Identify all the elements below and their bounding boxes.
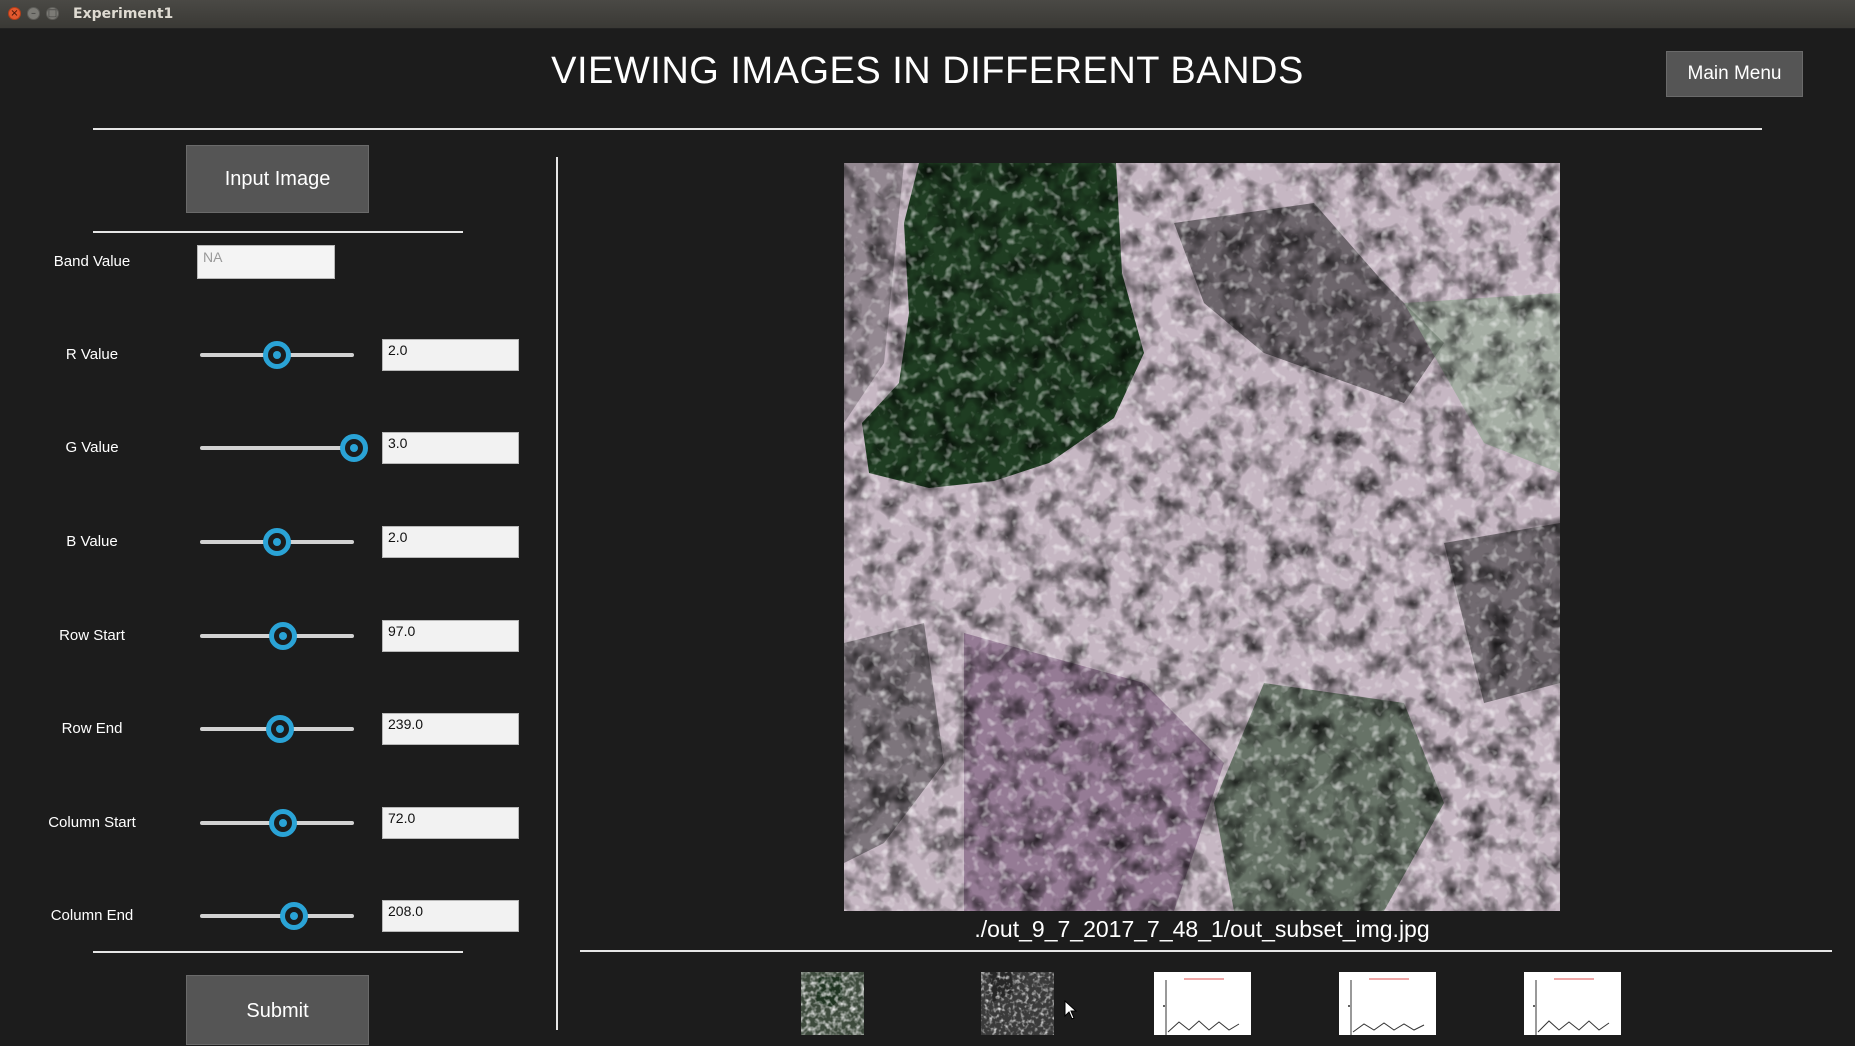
column-end-label: Column End <box>50 907 134 924</box>
row-start-slider-thumb[interactable] <box>269 622 298 650</box>
band-image <box>844 163 1560 911</box>
thumbnail-plot-1[interactable] <box>1154 972 1251 1035</box>
g-value-label: G Value <box>65 439 119 456</box>
window-title: Experiment1 <box>73 6 174 22</box>
r-value-field[interactable]: 2.0 <box>382 339 519 371</box>
thumbnail-plot-2[interactable] <box>1339 972 1436 1035</box>
b-value-slider-thumb[interactable] <box>263 528 291 556</box>
input-divider <box>93 231 463 233</box>
g-value-slider[interactable] <box>200 433 368 463</box>
thumbnail-plot-3[interactable] <box>1524 972 1621 1035</box>
panel-divider <box>556 157 558 1030</box>
g-value-slider-thumb[interactable] <box>340 434 368 462</box>
minimize-icon: – <box>31 8 36 19</box>
band-value-label: Band Value <box>53 253 131 270</box>
maximize-icon: □ <box>47 8 58 19</box>
g-value-field[interactable]: 3.0 <box>382 432 519 464</box>
column-end-slider-thumb[interactable] <box>279 902 308 930</box>
window-titlebar: × – □ Experiment1 <box>0 0 1855 29</box>
row-end-label: Row End <box>61 720 123 737</box>
page-title: VIEWING IMAGES IN DIFFERENT BANDS <box>551 50 1304 92</box>
row-start-label: Row Start <box>59 627 125 644</box>
main-menu-button[interactable]: Main Menu <box>1666 51 1803 97</box>
row-end-field[interactable]: 239.0 <box>382 713 519 745</box>
image-caption: ./out_9_7_2017_7_48_1/out_subset_img.jpg <box>974 916 1430 942</box>
column-end-slider-track <box>200 914 354 918</box>
r-value-slider[interactable] <box>200 340 354 370</box>
maximize-window-button[interactable]: □ <box>46 7 59 20</box>
close-window-button[interactable]: × <box>8 7 21 20</box>
close-icon: × <box>10 8 19 19</box>
thumbnail-grayscale-image[interactable] <box>981 972 1054 1035</box>
b-value-slider[interactable] <box>200 527 354 557</box>
row-start-field[interactable]: 97.0 <box>382 620 519 652</box>
b-value-label: B Value <box>66 533 118 550</box>
row-start-slider[interactable] <box>200 621 354 651</box>
header-divider <box>93 128 1762 130</box>
column-start-label: Column Start <box>48 814 136 831</box>
minimize-window-button[interactable]: – <box>27 7 40 20</box>
input-image-button[interactable]: Input Image <box>186 145 369 213</box>
row-end-slider-thumb[interactable] <box>266 715 295 743</box>
band-value-field[interactable]: NA <box>197 245 335 279</box>
column-end-slider[interactable] <box>200 901 354 931</box>
row-end-slider[interactable] <box>200 714 354 744</box>
column-end-field[interactable]: 208.0 <box>382 900 519 932</box>
column-start-slider[interactable] <box>200 808 354 838</box>
g-value-slider-track <box>200 446 354 450</box>
r-value-label: R Value <box>65 346 119 363</box>
r-value-slider-thumb[interactable] <box>263 341 291 369</box>
column-start-slider-thumb[interactable] <box>269 809 298 837</box>
b-value-field[interactable]: 2.0 <box>382 526 519 558</box>
mouse-cursor-icon <box>1064 1000 1078 1020</box>
controls-divider <box>93 951 463 953</box>
image-divider <box>580 950 1832 952</box>
column-start-field[interactable]: 72.0 <box>382 807 519 839</box>
thumbnail-band-image[interactable] <box>801 972 864 1035</box>
